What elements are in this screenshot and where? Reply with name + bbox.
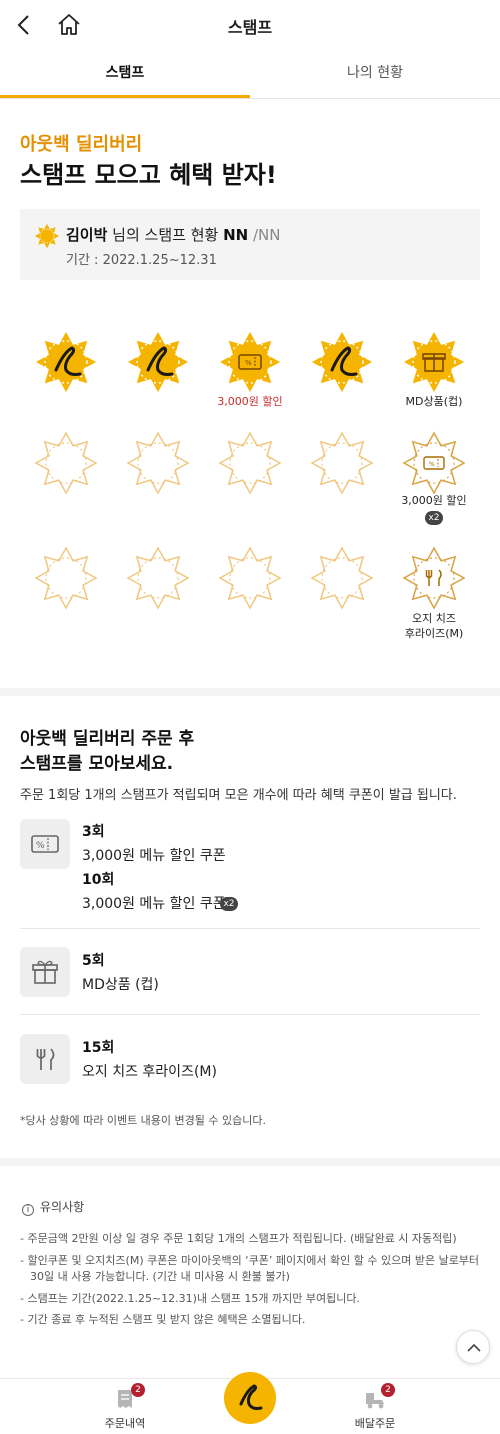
empty-stamp-icon xyxy=(218,431,282,495)
stamp-empty xyxy=(310,546,374,610)
stamp-reward-coupon: % xyxy=(402,431,466,495)
nav-label: 주문내역 xyxy=(104,1417,146,1430)
stamp-empty xyxy=(34,431,98,495)
benefit-count: 3회 xyxy=(82,824,105,840)
page-title: 스탬프 xyxy=(227,18,273,37)
section-divider xyxy=(0,1158,500,1166)
stamp-empty xyxy=(310,431,374,495)
fork-knife-icon xyxy=(402,546,466,610)
stamp-hand-icon xyxy=(310,330,374,394)
guide-title-line1: 아웃백 딜리버리 주문 후 xyxy=(20,729,195,749)
gift-icon xyxy=(402,330,466,394)
benefit-text: 3,000원 메뉴 할인 쿠폰 xyxy=(82,896,226,912)
stamp-hand-icon xyxy=(126,330,190,394)
stamp-empty xyxy=(34,546,98,610)
section-divider xyxy=(0,688,500,696)
stamp-collected xyxy=(34,330,98,394)
change-notice: *당사 상황에 따라 이벤트 내용이 변경될 수 있습니다. xyxy=(20,1114,266,1127)
status-label: 님의 스탬프 현황 xyxy=(107,226,224,244)
empty-stamp-icon xyxy=(126,546,190,610)
fork-knife-icon xyxy=(36,1048,55,1070)
svg-text:%: % xyxy=(429,461,435,468)
benefit-count: 10회 xyxy=(82,872,115,888)
benefit-food-tile xyxy=(20,1034,70,1084)
nav-home-logo-button[interactable] xyxy=(224,1372,276,1424)
notes-title: 유의사항 xyxy=(40,1200,85,1214)
note-item: - 주문금액 2만원 이상 일 경우 주문 1회당 1개의 스탬프가 적립됩니다… xyxy=(20,1232,457,1245)
hero-subtitle: 아웃백 딜리버리 xyxy=(20,134,143,155)
nav-label: 배달주문 xyxy=(354,1417,396,1430)
info-icon: i xyxy=(22,1204,34,1216)
benefit-text: 오지 치즈 후라이즈(M) xyxy=(82,1064,217,1080)
stamp-empty xyxy=(126,431,190,495)
note-item: - 기간 종료 후 누적된 스탬프 및 받지 않은 혜택은 소멸됩니다. xyxy=(20,1313,306,1326)
empty-stamp-icon xyxy=(34,431,98,495)
benefit-text: 3,000원 메뉴 할인 쿠폰 xyxy=(82,848,226,864)
tab-bar: 스탬프 나의 현황 xyxy=(0,50,500,99)
svg-text:%: % xyxy=(36,841,45,851)
coupon-icon: % xyxy=(218,330,282,394)
stamp-collected xyxy=(126,330,190,394)
tab-stamp[interactable]: 스탬프 xyxy=(0,50,250,98)
benefit-count: 5회 xyxy=(82,953,105,969)
benefit-coupon-tile: % xyxy=(20,819,70,869)
stamp-count: NN xyxy=(223,226,249,244)
stamp-empty xyxy=(126,546,190,610)
nav-order-history[interactable]: 2 주문내역 xyxy=(75,1383,175,1433)
stamp-status-box: 김이박 님의 스탬프 현황 NN /NN 기간 : 2022.1.25~12.3… xyxy=(20,209,480,280)
note-item: - 스탬프는 기간(2022.1.25~12.31)내 스탬프 15개 까지만 … xyxy=(20,1292,360,1305)
stamp-hand-icon xyxy=(34,330,98,394)
chevron-up-icon xyxy=(467,1343,481,1352)
stamp-badge-icon xyxy=(34,223,60,249)
status-line: 김이박 님의 스탬프 현황 NN /NN xyxy=(66,224,280,245)
stamp-label-coupon: 3,000원 할인 xyxy=(217,395,283,408)
stamp-reward-fries xyxy=(402,546,466,610)
header: 스탬프 xyxy=(0,0,500,50)
stamp-label-fries: 오지 치즈후라이즈(M) xyxy=(384,611,484,641)
benefit-divider xyxy=(20,928,480,929)
coupon-icon: % xyxy=(402,431,466,495)
empty-stamp-icon xyxy=(126,431,190,495)
stamp-label-md: MD상품(컵) xyxy=(405,395,463,408)
empty-stamp-icon xyxy=(34,546,98,610)
x2-badge: x2 xyxy=(425,511,443,525)
x2-badge: x2 xyxy=(220,897,238,911)
stamp-label-fries-line2: 후라이즈(M) xyxy=(404,627,464,640)
user-name: 김이박 xyxy=(66,226,108,244)
guide-title-line2: 스탬프를 모아보세요. xyxy=(20,754,174,774)
nav-badge: 2 xyxy=(381,1383,395,1397)
stamp-md-gift xyxy=(402,330,466,394)
benefit-divider xyxy=(20,1014,480,1015)
stamp-total: /NN xyxy=(248,226,281,244)
note-item: - 할인쿠폰 및 오지치즈(M) 쿠폰은 마이아웃백의 ‘쿠폰’ 페이지에서 확… xyxy=(20,1254,480,1283)
benefit-count: 15회 xyxy=(82,1040,115,1056)
empty-stamp-icon xyxy=(310,431,374,495)
hero-title: 스탬프 모으고 혜택 받자! xyxy=(20,161,277,189)
outback-logo-icon xyxy=(239,1384,263,1410)
nav-badge: 2 xyxy=(131,1383,145,1397)
empty-stamp-icon xyxy=(218,546,282,610)
stamp-coupon-3000: % xyxy=(218,330,282,394)
stamp-empty xyxy=(218,431,282,495)
guide-description: 주문 1회당 1개의 스탬프가 적립되며 모은 개수에 따라 혜택 쿠폰이 발급… xyxy=(20,788,457,803)
empty-stamp-icon xyxy=(310,546,374,610)
benefit-gift-tile xyxy=(20,947,70,997)
stamp-collected xyxy=(310,330,374,394)
stamp-empty xyxy=(218,546,282,610)
notes-header: i 유의사항 xyxy=(22,1198,84,1216)
tab-my-status[interactable]: 나의 현황 xyxy=(250,50,500,98)
status-period: 기간 : 2022.1.25~12.31 xyxy=(66,253,217,268)
stamp-label-coupon-x2: 3,000원 할인 xyxy=(401,494,467,507)
guide-title: 아웃백 딜리버리 주문 후 스탬프를 모아보세요. xyxy=(20,727,194,777)
gift-icon xyxy=(32,960,58,984)
nav-delivery-order[interactable]: 2 배달주문 xyxy=(325,1383,425,1433)
stamp-label-fries-line1: 오지 치즈 xyxy=(412,612,456,625)
scroll-top-button[interactable] xyxy=(456,1330,490,1364)
coupon-icon: % xyxy=(31,835,59,853)
benefit-text: MD상품 (컵) xyxy=(82,977,159,993)
svg-text:%: % xyxy=(245,359,252,367)
